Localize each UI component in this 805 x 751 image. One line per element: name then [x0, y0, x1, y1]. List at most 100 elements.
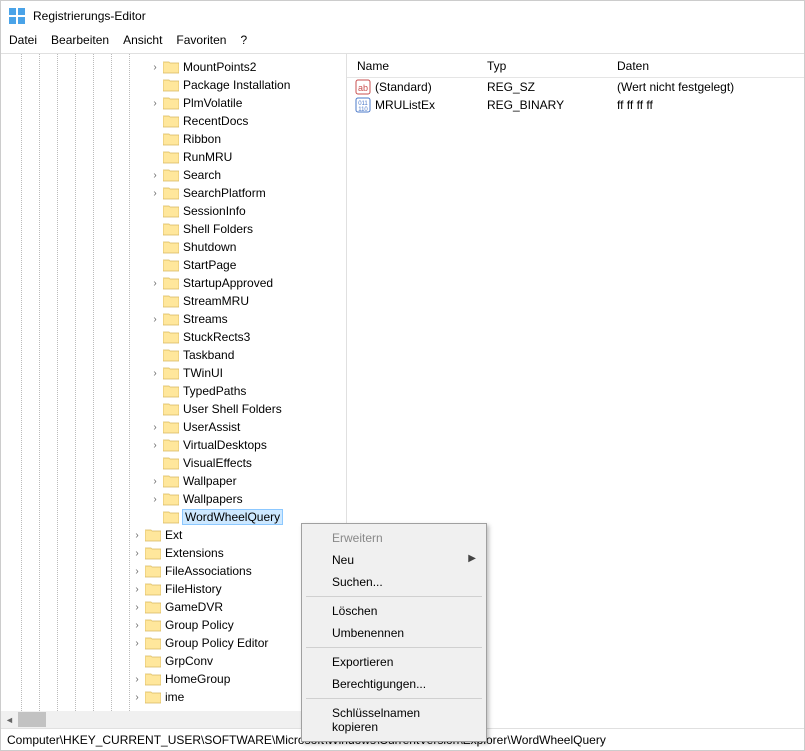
- tree-item[interactable]: ›VirtualDesktops: [1, 436, 346, 454]
- tree-item[interactable]: StuckRects3: [1, 328, 346, 346]
- tree-label[interactable]: Wallpaper: [183, 474, 237, 488]
- col-header-data[interactable]: Daten: [617, 59, 804, 73]
- tree-label[interactable]: Package Installation: [183, 78, 290, 92]
- tree-label[interactable]: MountPoints2: [183, 60, 256, 74]
- expander-icon[interactable]: ›: [131, 637, 143, 649]
- expander-icon[interactable]: ›: [149, 475, 161, 487]
- menu-help[interactable]: ?: [240, 33, 247, 47]
- expander-icon[interactable]: ›: [149, 97, 161, 109]
- expander-icon[interactable]: ›: [149, 367, 161, 379]
- expander-icon[interactable]: ›: [131, 619, 143, 631]
- tree-label[interactable]: GameDVR: [165, 600, 223, 614]
- tree-label[interactable]: PlmVolatile: [183, 96, 242, 110]
- expander-icon[interactable]: ›: [131, 547, 143, 559]
- tree-item[interactable]: › Extensions: [1, 544, 346, 562]
- tree-label[interactable]: SessionInfo: [183, 204, 246, 218]
- tree-label[interactable]: WordWheelQuery: [182, 509, 283, 525]
- tree-label[interactable]: GrpConv: [165, 654, 213, 668]
- tree-item[interactable]: › Search: [1, 166, 346, 184]
- tree-label[interactable]: VisualEffects: [183, 456, 252, 470]
- tree-label[interactable]: Search: [183, 168, 221, 182]
- expander-icon[interactable]: ›: [149, 187, 161, 199]
- ctx-search[interactable]: Suchen...: [304, 571, 484, 593]
- expander-icon[interactable]: ›: [149, 169, 161, 181]
- ctx-copy-key[interactable]: Schlüsselnamen kopieren: [304, 702, 484, 738]
- tree-label[interactable]: Shell Folders: [183, 222, 253, 236]
- tree-label[interactable]: TypedPaths: [183, 384, 246, 398]
- tree-item[interactable]: GrpConv: [1, 652, 346, 670]
- tree-item[interactable]: RunMRU: [1, 148, 346, 166]
- tree-item[interactable]: Ribbon: [1, 130, 346, 148]
- expander-icon[interactable]: ›: [131, 601, 143, 613]
- tree-label[interactable]: RecentDocs: [183, 114, 248, 128]
- expander-icon[interactable]: ›: [131, 529, 143, 541]
- tree-item[interactable]: SessionInfo: [1, 202, 346, 220]
- tree-item[interactable]: › TWinUI: [1, 364, 346, 382]
- tree-label[interactable]: StartupApproved: [183, 276, 273, 290]
- tree-item[interactable]: Taskband: [1, 346, 346, 364]
- tree-label[interactable]: FileAssociations: [165, 564, 252, 578]
- tree-item[interactable]: › StartupApproved: [1, 274, 346, 292]
- tree-item[interactable]: Package Installation: [1, 76, 346, 94]
- tree-item[interactable]: TypedPaths: [1, 382, 346, 400]
- tree-item[interactable]: › Group Policy Editor: [1, 634, 346, 652]
- col-header-type[interactable]: Typ: [487, 59, 617, 73]
- tree-item[interactable]: › MountPoints2: [1, 58, 346, 76]
- tree-label[interactable]: StreamMRU: [183, 294, 249, 308]
- tree-label[interactable]: Taskband: [183, 348, 234, 362]
- tree-label[interactable]: Streams: [183, 312, 228, 326]
- col-header-name[interactable]: Name: [347, 59, 487, 73]
- tree-item[interactable]: › HomeGroup: [1, 670, 346, 688]
- tree-item[interactable]: › GameDVR: [1, 598, 346, 616]
- tree-label[interactable]: TWinUI: [183, 366, 223, 380]
- ctx-export[interactable]: Exportieren: [304, 651, 484, 673]
- expander-icon[interactable]: ›: [149, 493, 161, 505]
- tree-item[interactable]: StartPage: [1, 256, 346, 274]
- tree-label[interactable]: Ext: [165, 528, 182, 542]
- tree-item[interactable]: StreamMRU: [1, 292, 346, 310]
- tree-label[interactable]: Extensions: [165, 546, 224, 560]
- tree-label[interactable]: User Shell Folders: [183, 402, 282, 416]
- expander-icon[interactable]: ›: [131, 583, 143, 595]
- tree-item[interactable]: Shutdown: [1, 238, 346, 256]
- expander-icon[interactable]: ›: [131, 673, 143, 685]
- tree-label[interactable]: Group Policy Editor: [165, 636, 268, 650]
- tree-item[interactable]: › Wallpaper: [1, 472, 346, 490]
- tree-item[interactable]: ›UserAssist: [1, 418, 346, 436]
- tree-label[interactable]: SearchPlatform: [183, 186, 266, 200]
- tree-item[interactable]: › Ext: [1, 526, 346, 544]
- tree-label[interactable]: VirtualDesktops: [183, 438, 267, 452]
- scroll-left-icon[interactable]: ◄: [1, 711, 18, 728]
- ctx-permissions[interactable]: Berechtigungen...: [304, 673, 484, 695]
- tree-label[interactable]: Shutdown: [183, 240, 236, 254]
- tree-label[interactable]: Wallpapers: [183, 492, 243, 506]
- ctx-rename[interactable]: Umbenennen: [304, 622, 484, 644]
- list-row[interactable]: 011110MRUListExREG_BINARYff ff ff ff: [347, 96, 804, 114]
- tree-item[interactable]: › SearchPlatform: [1, 184, 346, 202]
- expander-icon[interactable]: ›: [149, 61, 161, 73]
- menu-view[interactable]: Ansicht: [123, 33, 162, 47]
- expander-icon[interactable]: ›: [149, 277, 161, 289]
- tree-item[interactable]: › Wallpapers: [1, 490, 346, 508]
- tree-scroll[interactable]: › MountPoints2 Package Installation › PlmVol…: [1, 54, 346, 713]
- menu-favorites[interactable]: Favoriten: [176, 33, 226, 47]
- tree-item[interactable]: Shell Folders: [1, 220, 346, 238]
- menu-file[interactable]: Datei: [9, 33, 37, 47]
- scroll-thumb[interactable]: [18, 712, 46, 727]
- ctx-delete[interactable]: Löschen: [304, 600, 484, 622]
- tree-label[interactable]: StartPage: [183, 258, 236, 272]
- tree-item[interactable]: › Streams: [1, 310, 346, 328]
- tree-item[interactable]: ›FileAssociations: [1, 562, 346, 580]
- expander-icon[interactable]: ›: [149, 313, 161, 325]
- tree-horizontal-scrollbar[interactable]: ◄ ►: [1, 711, 347, 728]
- tree-item[interactable]: VisualEffects: [1, 454, 346, 472]
- ctx-new[interactable]: Neu ▶: [304, 549, 484, 571]
- tree-item[interactable]: › Group Policy: [1, 616, 346, 634]
- tree-label[interactable]: HomeGroup: [165, 672, 230, 686]
- tree-item[interactable]: User Shell Folders: [1, 400, 346, 418]
- tree-label[interactable]: ime: [165, 690, 184, 704]
- tree-label[interactable]: Group Policy: [165, 618, 234, 632]
- tree-item[interactable]: WordWheelQuery: [1, 508, 346, 526]
- menu-edit[interactable]: Bearbeiten: [51, 33, 109, 47]
- tree-label[interactable]: StuckRects3: [183, 330, 250, 344]
